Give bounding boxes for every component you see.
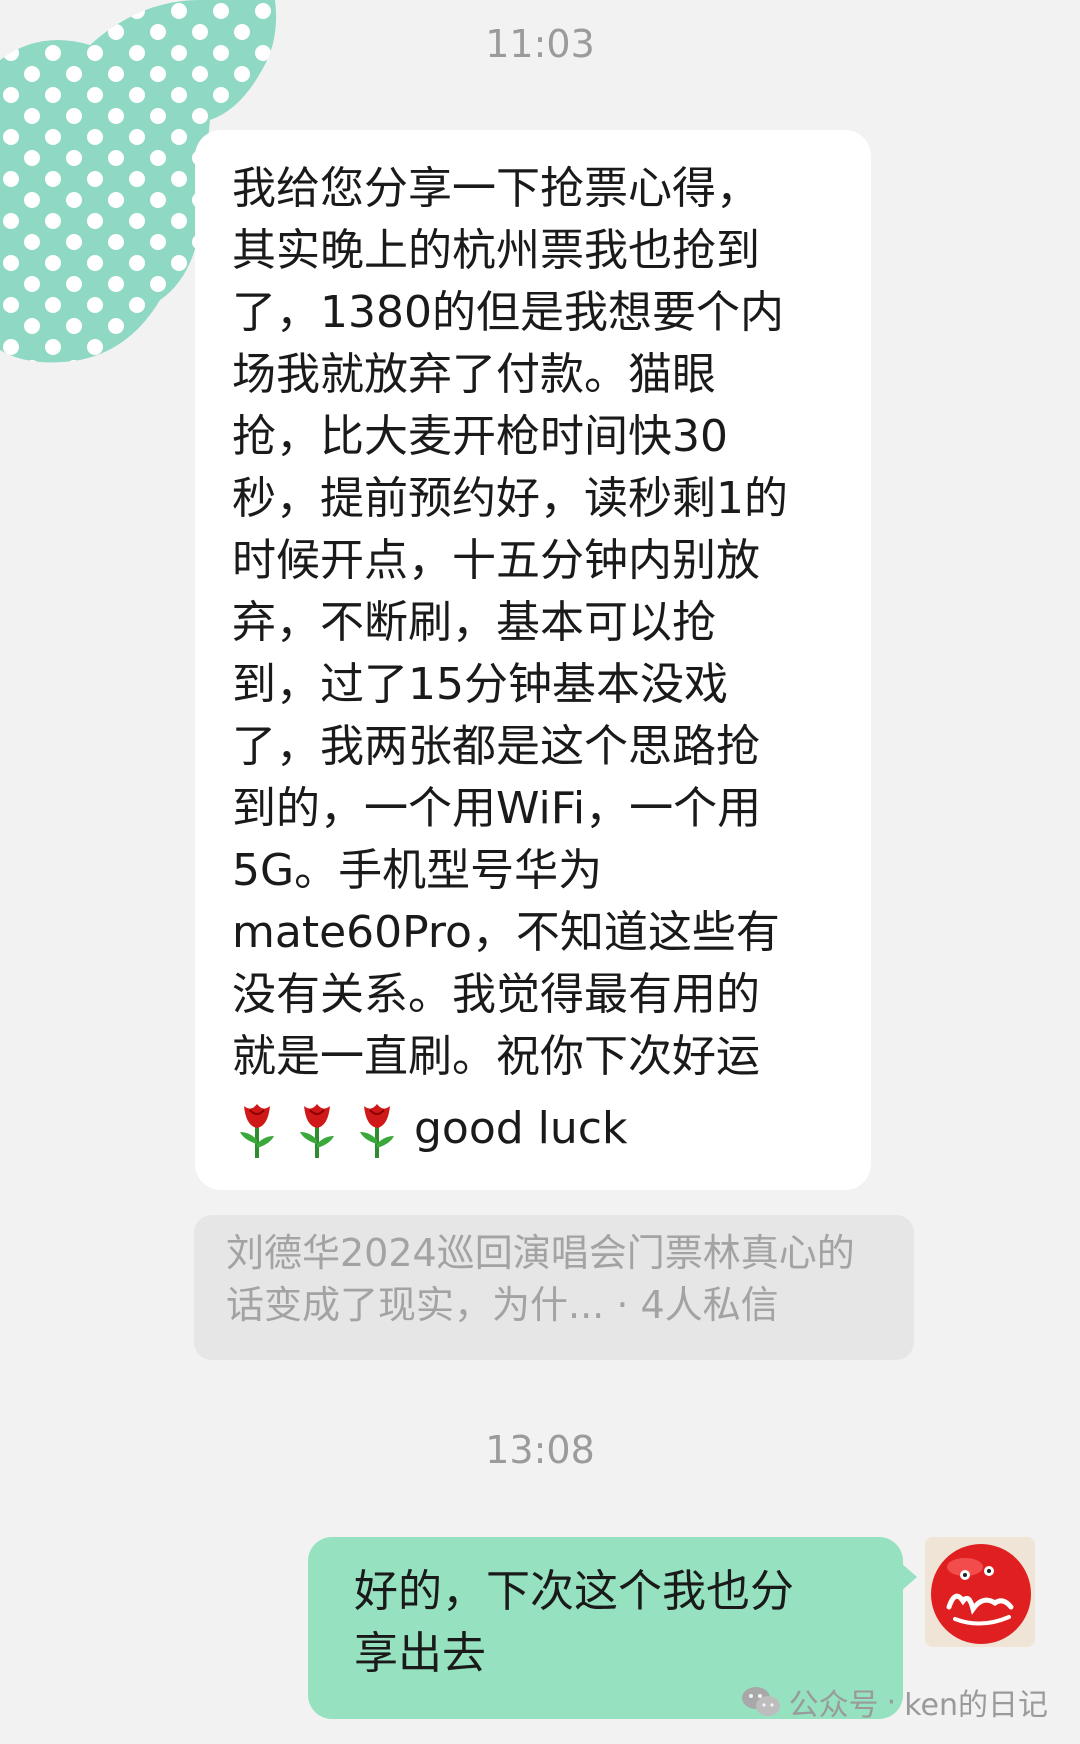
my-avatar[interactable]	[925, 1537, 1035, 1647]
message-line: 其实晚上的杭州票我也抢到	[232, 225, 760, 276]
message-line: mate60Pro，不知道这些有	[232, 907, 780, 958]
emoji-line: good luck	[232, 1094, 835, 1164]
reference-line: 话变成了现实，为什... · 4人私信	[226, 1283, 779, 1327]
message-line: 没有关系。我觉得最有用的	[232, 969, 760, 1020]
watermark: 公众号 · ken的日记	[741, 1680, 1048, 1724]
rose-icon	[292, 1098, 342, 1160]
message-line: 到，过了15分钟基本没戏	[232, 659, 728, 710]
watermark-label: 公众号	[788, 1688, 879, 1723]
message-tail-text: good luck	[414, 1103, 628, 1154]
rose-icon	[352, 1098, 402, 1160]
message-line: 5G。手机型号华为	[232, 845, 603, 896]
incoming-message-bubble[interactable]: 我给您分享一下抢票心得， 其实晚上的杭州票我也抢到 了，1380的但是我想要个内…	[195, 130, 871, 1190]
watermark-separator: ·	[886, 1684, 897, 1720]
message-line: 时候开点，十五分钟内别放	[232, 535, 760, 586]
timestamp: 11:03	[485, 22, 595, 66]
message-line: 抢，比大麦开枪时间快30	[232, 411, 728, 462]
message-line: 了，我两张都是这个思路抢	[232, 721, 760, 772]
message-line: 弃，不断刷，基本可以抢	[232, 597, 716, 648]
message-line: 了，1380的但是我想要个内	[232, 287, 784, 338]
message-line: 到的，一个用WiFi，一个用	[232, 783, 762, 834]
timestamp: 13:08	[485, 1428, 595, 1472]
message-line: 就是一直刷。祝你下次好运	[232, 1031, 760, 1082]
message-line: 好的，下次这个我也分	[354, 1566, 794, 1617]
watermark-account: ken的日记	[904, 1688, 1048, 1723]
reference-line: 刘德华2024巡回演唱会门票林真心的	[226, 1231, 855, 1275]
message-line: 秒，提前预约好，读秒剩1的	[232, 473, 788, 524]
rose-icon	[232, 1098, 282, 1160]
message-line: 我给您分享一下抢票心得，	[232, 163, 760, 214]
message-line: 场我就放弃了付款。猫眼	[232, 349, 716, 400]
reference-card[interactable]: 刘德华2024巡回演唱会门票林真心的 话变成了现实，为什... · 4人私信	[194, 1215, 914, 1360]
message-line: 享出去	[354, 1628, 486, 1679]
wechat-icon	[741, 1685, 781, 1719]
